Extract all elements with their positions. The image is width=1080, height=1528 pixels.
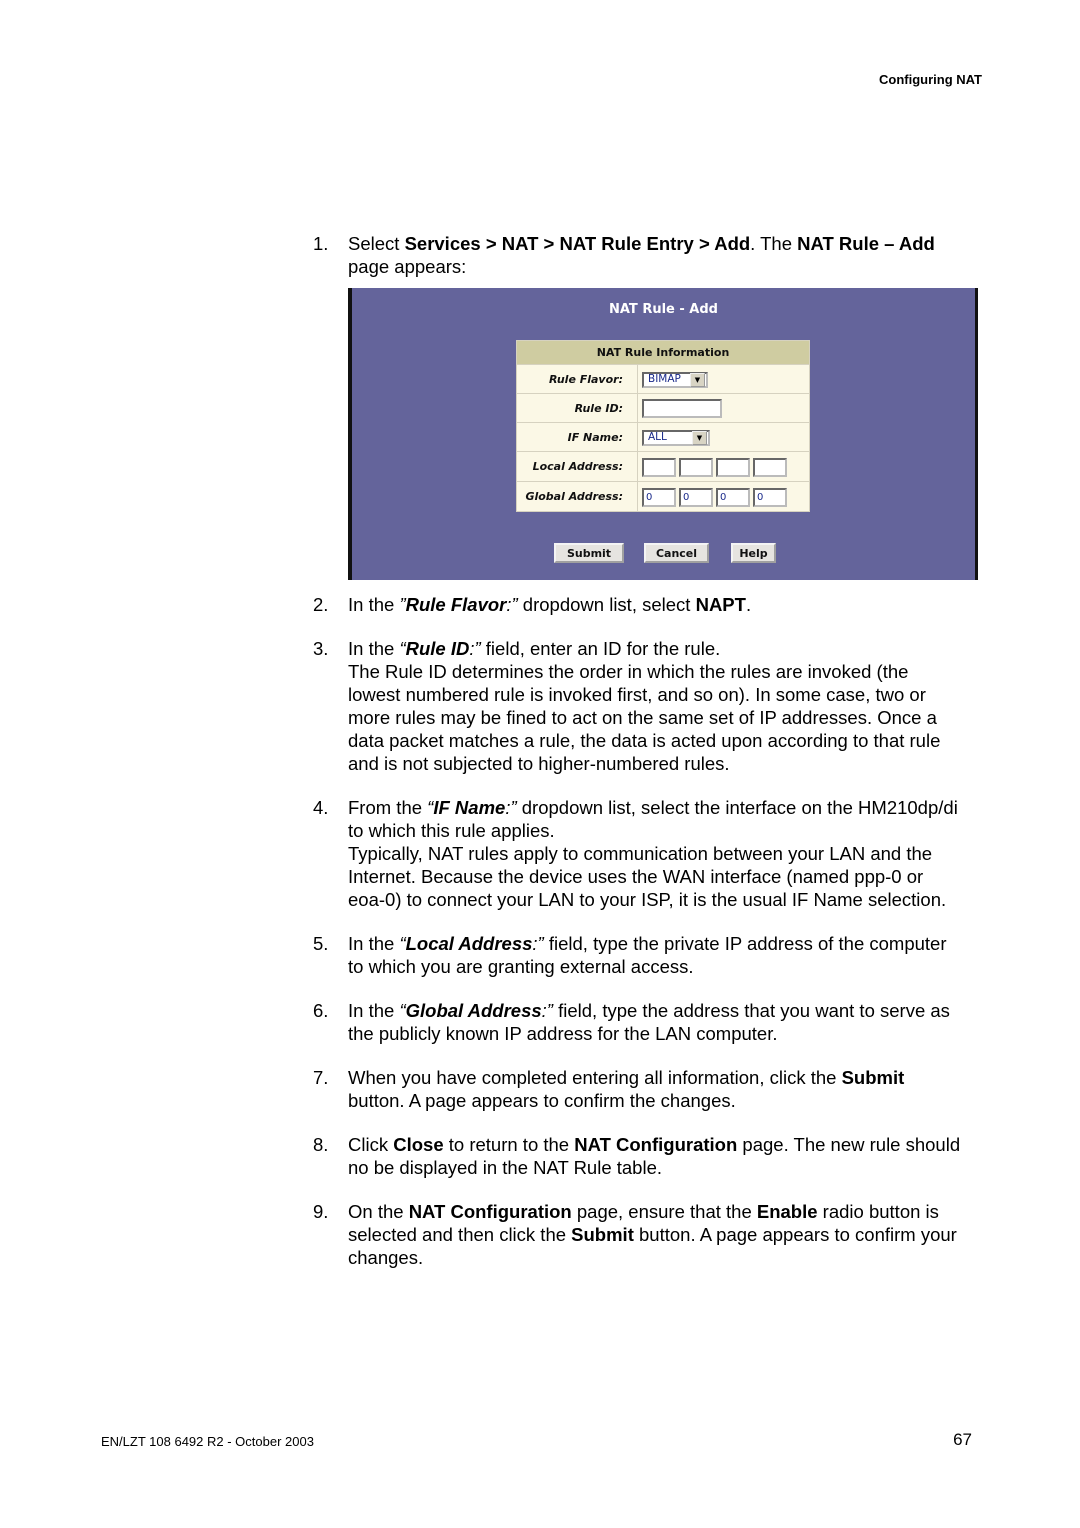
step-text: In the “Local Address:” field, type the …	[348, 933, 947, 977]
page-name: NAT Configuration	[408, 1201, 572, 1222]
screenshot-title: NAT Rule - Add	[609, 302, 718, 317]
page-number: 67	[953, 1430, 972, 1449]
field-name: Local Address	[405, 933, 533, 954]
local-address-octet-4[interactable]	[753, 457, 787, 477]
step-2: 2. In the ”Rule Flavor:” dropdown list, …	[313, 593, 963, 616]
field-name: Global Address	[405, 1000, 542, 1021]
step-3: 3. In the “Rule ID:” field, enter an ID …	[313, 637, 963, 775]
step-number: 1.	[313, 233, 329, 254]
local-address-octet-2[interactable]	[679, 457, 713, 477]
step-4: 4. From the “IF Name:” dropdown list, se…	[313, 796, 963, 911]
option-name: NAPT	[695, 594, 746, 615]
step-text: On the NAT Configuration page, ensure th…	[348, 1201, 957, 1268]
footer-document-id: EN/LZT 108 6492 R2 - October 2003	[101, 1434, 314, 1449]
step-text: When you have completed entering all inf…	[348, 1067, 905, 1111]
step-number: 5.	[313, 933, 329, 954]
help-button[interactable]: Help	[731, 543, 776, 563]
local-address-label: Local Address:	[516, 451, 638, 482]
step-number: 7.	[313, 1067, 329, 1088]
row-rule-id: Rule ID:	[516, 393, 810, 423]
button-name: Submit	[571, 1224, 634, 1245]
step-6: 6. In the “Global Address:” field, type …	[313, 999, 963, 1045]
field-name: Rule ID	[405, 638, 470, 659]
step-1: 1. Select Services > NAT > NAT Rule Entr…	[313, 232, 978, 580]
step-9: 9. On the NAT Configuration page, ensure…	[313, 1200, 963, 1269]
rule-id-label: Rule ID:	[516, 393, 638, 423]
cancel-button[interactable]: Cancel	[644, 543, 709, 563]
global-address-octet-4[interactable]: 0	[753, 487, 787, 507]
global-address-octet-2[interactable]: 0	[679, 487, 713, 507]
step-number: 6.	[313, 1000, 329, 1021]
step-number: 8.	[313, 1134, 329, 1155]
button-name: Close	[393, 1134, 444, 1155]
menu-path: Services > NAT > NAT Rule Entry > Add	[404, 233, 751, 254]
field-name: IF Name	[433, 797, 506, 818]
table-header: NAT Rule Information	[516, 340, 810, 365]
if-name-select[interactable]: ALL ▼	[642, 429, 710, 446]
global-address-octet-1[interactable]: 0	[642, 487, 676, 507]
global-address-label: Global Address:	[516, 481, 638, 512]
step-7: 7. When you have completed entering all …	[313, 1066, 963, 1112]
step-8: 8. Click Close to return to the NAT Conf…	[313, 1133, 963, 1179]
global-address-octet-3[interactable]: 0	[716, 487, 750, 507]
option-name: Enable	[756, 1201, 818, 1222]
step-number: 2.	[313, 594, 329, 615]
row-global-address: Global Address: 0000	[516, 481, 810, 512]
running-header: Configuring NAT	[878, 72, 982, 87]
button-name: Submit	[841, 1067, 905, 1088]
step-number: 3.	[313, 638, 329, 659]
step-number: 4.	[313, 797, 329, 818]
step-number: 9.	[313, 1201, 329, 1222]
dropdown-arrow-icon[interactable]: ▼	[690, 372, 705, 387]
field-name: Rule Flavor	[405, 594, 507, 615]
instruction-steps: 1. Select Services > NAT > NAT Rule Entr…	[313, 232, 978, 1269]
rule-id-input[interactable]	[642, 399, 722, 418]
step-text: In the “Global Address:” field, type the…	[348, 1000, 950, 1044]
row-rule-flavor: Rule Flavor: BIMAP ▼	[516, 364, 810, 394]
rule-flavor-select[interactable]: BIMAP ▼	[642, 371, 708, 388]
local-address-octet-3[interactable]	[716, 457, 750, 477]
submit-button[interactable]: Submit	[554, 543, 624, 563]
local-address-octet-1[interactable]	[642, 457, 676, 477]
page-name: NAT Rule – Add	[797, 233, 935, 254]
nat-rule-information-table: NAT Rule Information Rule Flavor: BIMAP ▼…	[516, 340, 810, 512]
step-text: From the “IF Name:” dropdown list, selec…	[348, 797, 958, 841]
step-text: In the ”Rule Flavor:” dropdown list, sel…	[348, 594, 752, 615]
rule-flavor-label: Rule Flavor:	[516, 364, 638, 394]
page-name: NAT Configuration	[574, 1134, 738, 1155]
if-name-label: IF Name:	[516, 422, 638, 452]
step-text: Click Close to return to the NAT Configu…	[348, 1134, 961, 1178]
step-detail: Typically, NAT rules apply to communicat…	[348, 843, 947, 910]
step-text: Select Services > NAT > NAT Rule Entry >…	[348, 233, 935, 277]
step-detail: The Rule ID determines the order in whic…	[348, 661, 941, 774]
step-text: In the “Rule ID:” field, enter an ID for…	[348, 638, 721, 659]
nat-rule-add-screenshot: NAT Rule - Add NAT Rule Information Rule…	[348, 288, 978, 580]
step-5: 5. In the “Local Address:” field, type t…	[313, 932, 963, 978]
dropdown-arrow-icon[interactable]: ▼	[692, 430, 707, 445]
row-if-name: IF Name: ALL ▼	[516, 422, 810, 452]
row-local-address: Local Address:	[516, 451, 810, 482]
